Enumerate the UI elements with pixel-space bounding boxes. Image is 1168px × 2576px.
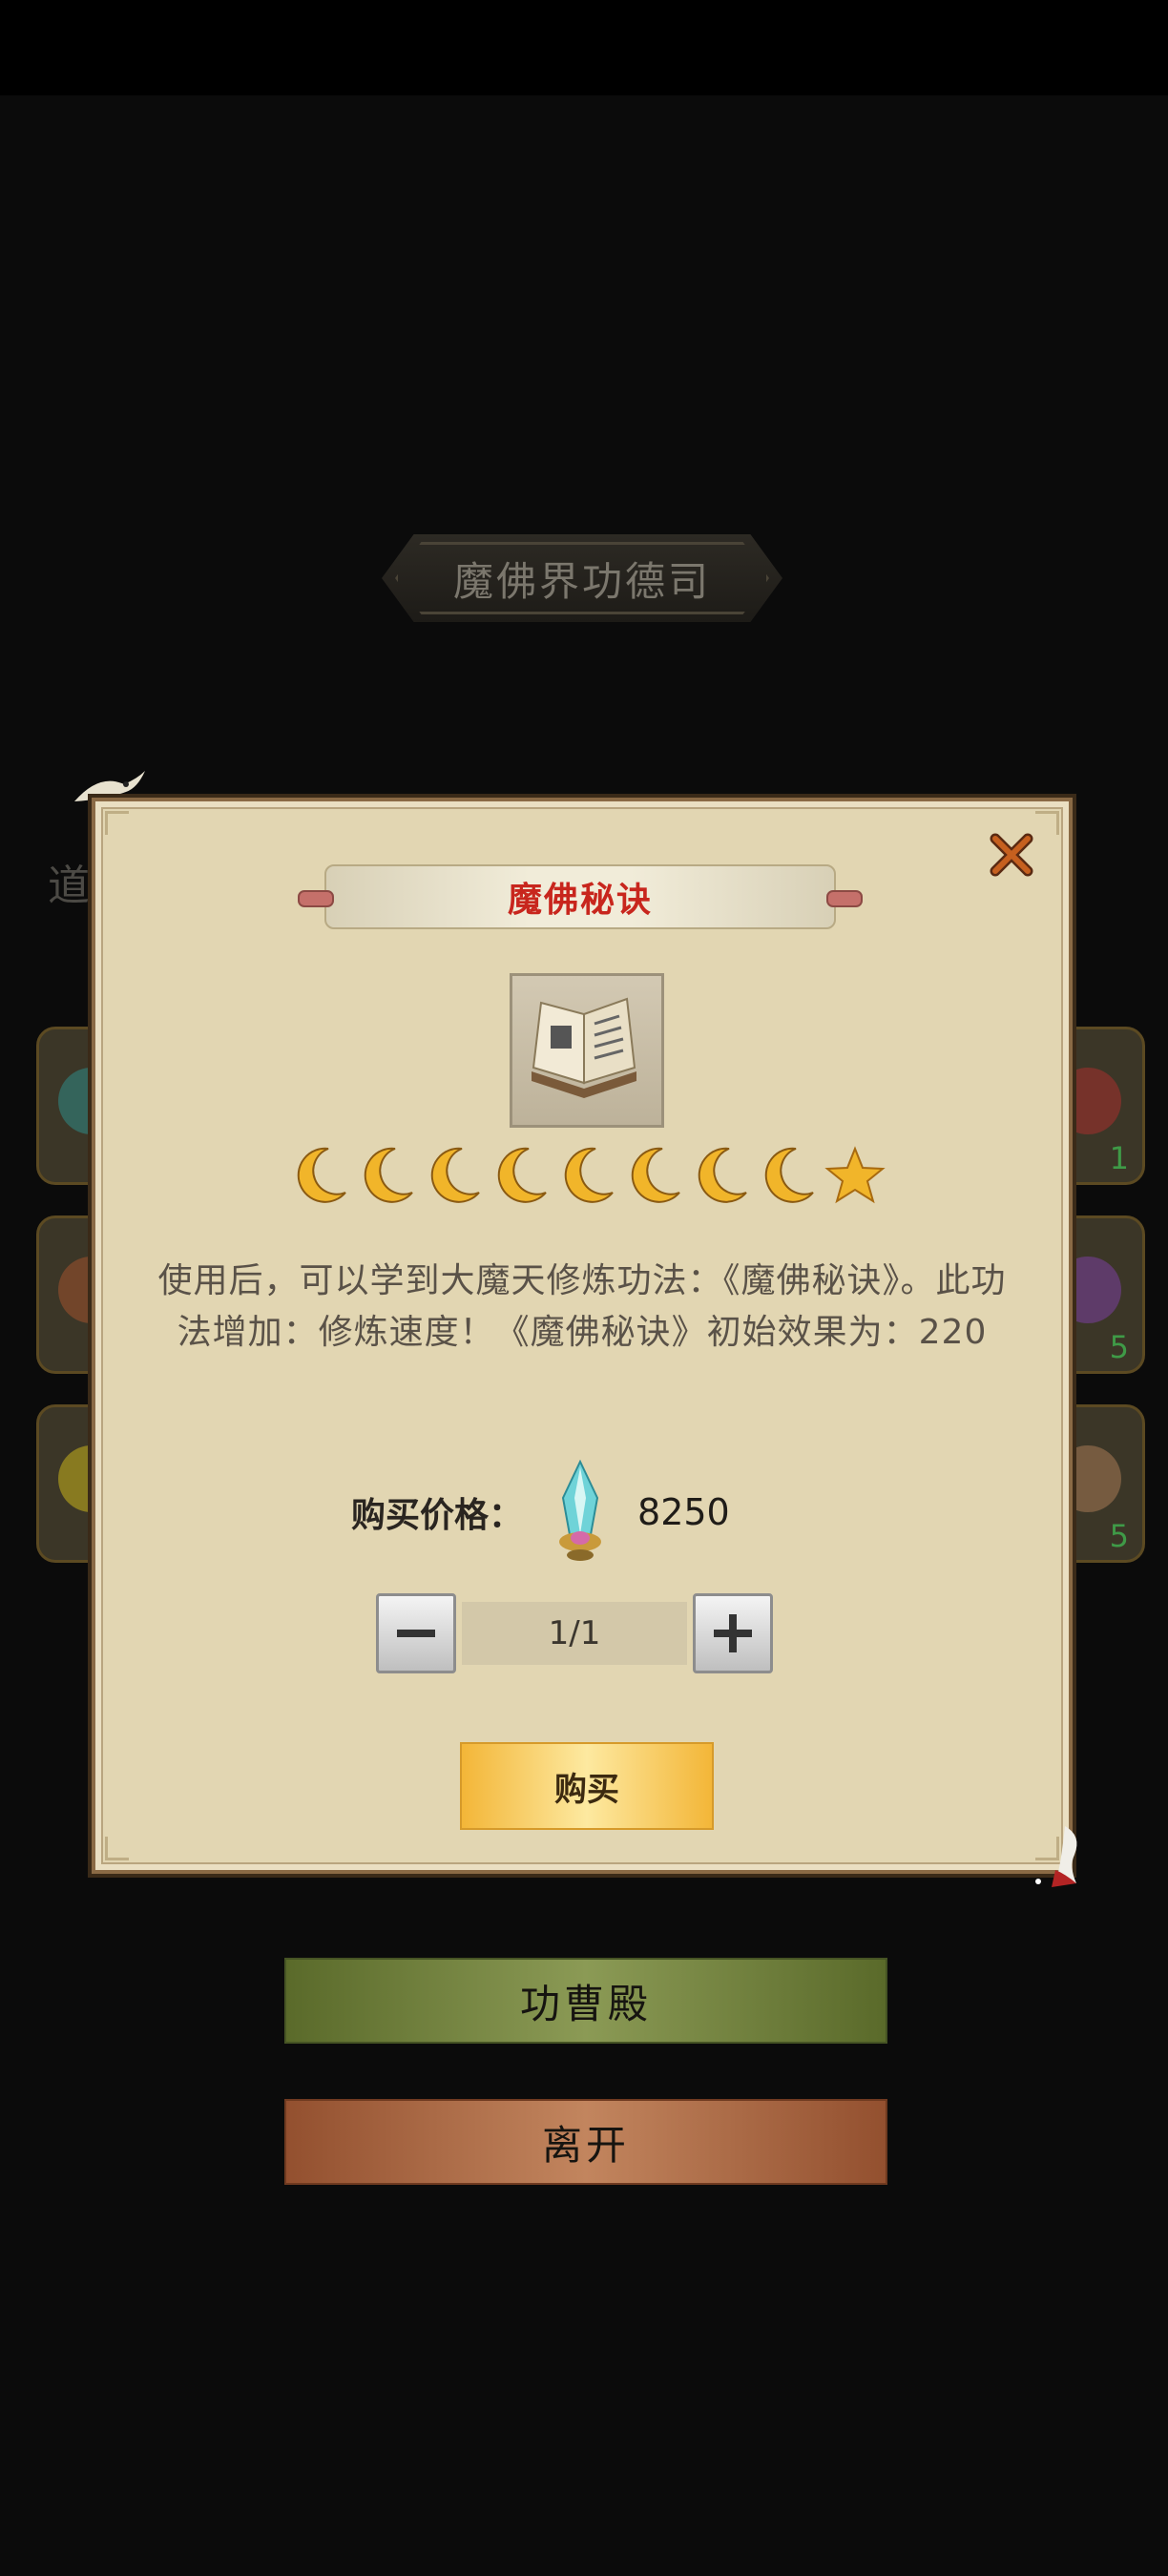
item-purchase-dialog: 魔佛秘诀 使用后，可以学到大魔天修炼功法：《魔佛秘诀》。此功法增加：修炼速度！《… xyxy=(92,798,1073,1874)
price-value: 8250 xyxy=(637,1491,730,1533)
item-title: 魔佛秘诀 xyxy=(507,881,653,920)
quantity-stepper: 1/1 xyxy=(376,1593,773,1673)
status-bar xyxy=(0,0,1168,95)
leave-button[interactable]: 离开 xyxy=(284,2099,887,2185)
crescent-moon-icon xyxy=(497,1147,547,1203)
frame-corner xyxy=(105,1837,129,1860)
increase-quantity-button[interactable] xyxy=(693,1593,773,1673)
frame-corner xyxy=(105,811,129,835)
star-icon xyxy=(824,1146,886,1204)
hall-button[interactable]: 功曹殿 xyxy=(284,1958,887,2044)
close-icon xyxy=(990,833,1033,877)
item-count: 5 xyxy=(1109,1329,1129,1365)
item-description: 使用后，可以学到大魔天修炼功法：《魔佛秘诀》。此功法增加：修炼速度！《魔佛秘诀》… xyxy=(157,1261,1007,1352)
crescent-moon-icon xyxy=(564,1147,614,1203)
item-count: 1 xyxy=(1109,1140,1129,1176)
background-side-text: 道 xyxy=(48,862,90,910)
minus-icon xyxy=(397,1630,435,1637)
background-title-plaque: 魔佛界功德司 xyxy=(382,534,782,622)
close-button[interactable] xyxy=(983,826,1040,883)
hall-button-label: 功曹殿 xyxy=(519,1980,652,2027)
crescent-moon-icon xyxy=(430,1147,480,1203)
rating-row xyxy=(290,1145,886,1206)
crystal-gem-icon xyxy=(559,1460,602,1561)
item-title-banner: 魔佛秘诀 xyxy=(298,864,863,929)
background-title: 魔佛界功德司 xyxy=(452,557,711,605)
crescent-moon-icon xyxy=(698,1147,747,1203)
quantity-value: 1/1 xyxy=(462,1602,687,1665)
price-label: 购买价格： xyxy=(351,1496,524,1535)
crescent-moon-icon xyxy=(764,1147,814,1203)
fairy-decoration-icon xyxy=(1035,1826,1077,1887)
book-icon xyxy=(510,973,664,1128)
buy-button-label: 购买 xyxy=(554,1770,619,1809)
crescent-moon-icon xyxy=(631,1147,680,1203)
buy-button[interactable]: 购买 xyxy=(460,1742,714,1830)
banner-knob xyxy=(298,890,334,907)
decrease-quantity-button[interactable] xyxy=(376,1593,456,1673)
crescent-moon-icon xyxy=(364,1147,413,1203)
plus-icon xyxy=(714,1614,752,1652)
banner-knob xyxy=(826,890,863,907)
crescent-moon-icon xyxy=(297,1147,346,1203)
price-row: 购买价格： 8250 xyxy=(351,1460,730,1565)
item-count: 5 xyxy=(1109,1518,1129,1554)
leave-button-label: 离开 xyxy=(541,2121,630,2169)
